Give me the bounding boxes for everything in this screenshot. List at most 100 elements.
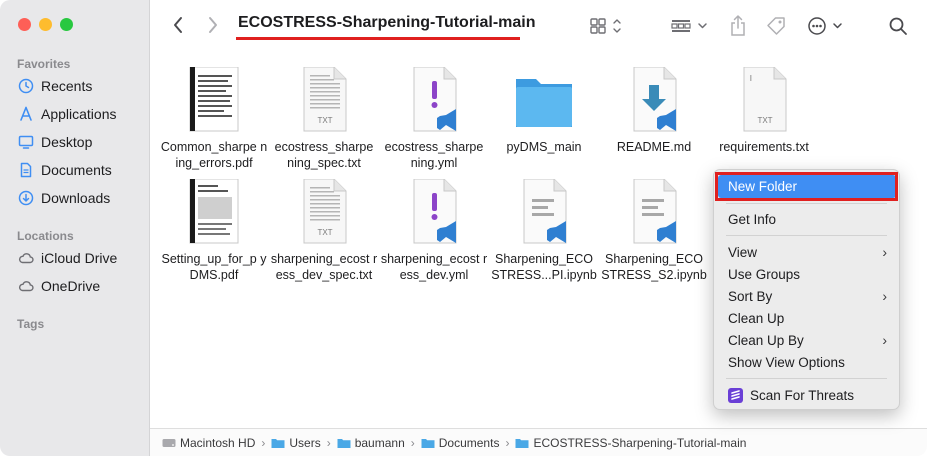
- document-icon: [18, 162, 34, 178]
- menu-item-label: Get Info: [728, 211, 777, 227]
- notebook-file-icon: [622, 178, 686, 247]
- chevron-right-icon: [209, 17, 217, 33]
- file-item[interactable]: Sharpening_ECO STRESS_S2.ipynb: [600, 178, 708, 283]
- share-icon: [731, 15, 745, 36]
- path-separator: ›: [261, 435, 266, 450]
- path-item-documents[interactable]: Documents: [421, 435, 500, 450]
- file-item[interactable]: TXT requirements.txt: [710, 66, 818, 155]
- download-icon: [18, 190, 34, 206]
- menu-item-scan-for-threats[interactable]: Scan For Threats: [728, 384, 887, 406]
- menu-item-show-view-options[interactable]: Show View Options: [728, 351, 887, 373]
- menu-item-use-groups[interactable]: Use Groups: [728, 263, 887, 285]
- sidebar-item-desktop[interactable]: Desktop: [18, 131, 92, 153]
- cloud-icon: [18, 278, 34, 294]
- svg-text:TXT: TXT: [317, 228, 332, 237]
- path-item-current-folder[interactable]: ECOSTRESS-Sharpening-Tutorial-main: [515, 436, 746, 450]
- menu-item-label: Use Groups: [728, 266, 801, 282]
- menu-item-new-folder[interactable]: New Folder: [728, 175, 887, 197]
- svg-text:TXT: TXT: [317, 116, 332, 125]
- text-file-icon: TXT: [292, 66, 356, 135]
- menu-item-label: Clean Up By: [728, 332, 804, 348]
- zoom-window-button[interactable]: [60, 18, 73, 31]
- file-name: Sharpening_ECO STRESS...PI.ipynb: [491, 252, 597, 282]
- action-menu-button[interactable]: [806, 15, 846, 37]
- title-annotation-underline: [236, 37, 520, 40]
- path-separator: ›: [326, 435, 331, 450]
- group-by-button[interactable]: [669, 15, 711, 37]
- folder-icon: [512, 67, 576, 135]
- file-item[interactable]: Sharpening_ECO STRESS...PI.ipynb: [490, 178, 598, 283]
- applications-icon: [18, 106, 34, 122]
- clock-icon: [18, 78, 34, 94]
- finder-window: Favorites Recents Applications Desktop D…: [0, 0, 927, 456]
- sidebar-item-onedrive[interactable]: OneDrive: [18, 275, 100, 297]
- sidebar: Favorites Recents Applications Desktop D…: [0, 0, 150, 456]
- file-name: ecostress_sharpe ning.yml: [384, 140, 484, 170]
- home-folder-icon: [337, 438, 351, 448]
- notebook-file-icon: [512, 178, 576, 247]
- context-menu: New Folder Get Info View › Use Groups So…: [713, 169, 900, 410]
- sidebar-item-documents[interactable]: Documents: [18, 159, 112, 181]
- window-title: ECOSTRESS-Sharpening-Tutorial-main: [238, 14, 536, 31]
- scanner-app-icon: [728, 387, 743, 403]
- view-mode-button[interactable]: [588, 15, 628, 37]
- desktop-icon: [18, 134, 34, 150]
- svg-text:TXT: TXT: [757, 116, 772, 125]
- cloud-icon: [18, 250, 34, 266]
- menu-item-label: Show View Options: [728, 354, 845, 370]
- more-options-icon: [808, 17, 842, 35]
- path-item-users[interactable]: Users: [271, 436, 321, 450]
- share-button[interactable]: [727, 13, 749, 39]
- back-button[interactable]: [168, 14, 188, 36]
- path-item-label: ECOSTRESS-Sharpening-Tutorial-main: [533, 435, 747, 450]
- menu-divider: [726, 203, 887, 204]
- search-button[interactable]: [886, 14, 910, 38]
- minimize-window-button[interactable]: [39, 18, 52, 31]
- file-item[interactable]: README.md: [600, 66, 708, 155]
- chevron-right-icon: ›: [882, 332, 887, 348]
- sidebar-item-icloud-drive[interactable]: iCloud Drive: [18, 247, 117, 269]
- path-item-baumann[interactable]: baumann: [337, 436, 405, 450]
- chevron-right-icon: ›: [882, 244, 887, 260]
- menu-item-view[interactable]: View ›: [728, 241, 887, 263]
- text-file-icon: TXT: [732, 66, 796, 135]
- menu-item-label: Clean Up: [728, 310, 785, 326]
- file-item[interactable]: sharpening_ecost ress_dev.yml: [380, 178, 488, 283]
- sidebar-item-recents[interactable]: Recents: [18, 75, 92, 97]
- file-name: README.md: [616, 140, 692, 154]
- group-grid-icon: [671, 20, 707, 32]
- path-item-label: Documents: [438, 435, 500, 450]
- tags-button[interactable]: [764, 14, 788, 38]
- menu-item-clean-up[interactable]: Clean Up: [728, 307, 887, 329]
- path-item-label: baumann: [354, 435, 405, 450]
- file-name: sharpening_ecost ress_dev.yml: [380, 252, 488, 282]
- file-item[interactable]: TXT ecostress_sharpe ning_spec.txt: [270, 66, 378, 171]
- file-item[interactable]: pyDMS_main: [490, 67, 598, 155]
- menu-item-sort-by[interactable]: Sort By ›: [728, 285, 887, 307]
- sidebar-item-label: Recents: [41, 78, 93, 94]
- menu-item-label: New Folder: [728, 178, 798, 194]
- file-name: requirements.txt: [719, 140, 809, 154]
- sidebar-item-downloads[interactable]: Downloads: [18, 187, 110, 209]
- file-item[interactable]: Common_sharpe ning_errors.pdf: [160, 66, 268, 171]
- sidebar-item-label: Applications: [41, 106, 117, 122]
- sidebar-section-tags: Tags: [17, 317, 45, 331]
- menu-item-clean-up-by[interactable]: Clean Up By ›: [728, 329, 887, 351]
- path-item-macintosh-hd[interactable]: Macintosh HD: [162, 436, 255, 450]
- text-file-icon: TXT: [292, 178, 356, 247]
- file-name: Setting_up_for_p yDMS.pdf: [161, 252, 267, 282]
- file-item[interactable]: ecostress_sharpe ning.yml: [380, 66, 488, 171]
- file-item[interactable]: TXT sharpening_ecost ress_dev_spec.txt: [270, 178, 378, 283]
- sidebar-item-label: Documents: [41, 162, 112, 178]
- path-item-label: Macintosh HD: [180, 435, 256, 450]
- tag-icon: [767, 17, 785, 35]
- menu-item-get-info[interactable]: Get Info: [728, 208, 887, 230]
- sidebar-item-applications[interactable]: Applications: [18, 103, 117, 125]
- path-separator: ›: [410, 435, 415, 450]
- path-bar: Macintosh HD › Users › baumann › Documen…: [150, 428, 927, 456]
- file-name: ecostress_sharpe ning_spec.txt: [274, 140, 374, 170]
- search-icon: [889, 17, 907, 35]
- close-window-button[interactable]: [18, 18, 31, 31]
- file-item[interactable]: Setting_up_for_p yDMS.pdf: [160, 178, 268, 283]
- forward-button[interactable]: [203, 14, 223, 36]
